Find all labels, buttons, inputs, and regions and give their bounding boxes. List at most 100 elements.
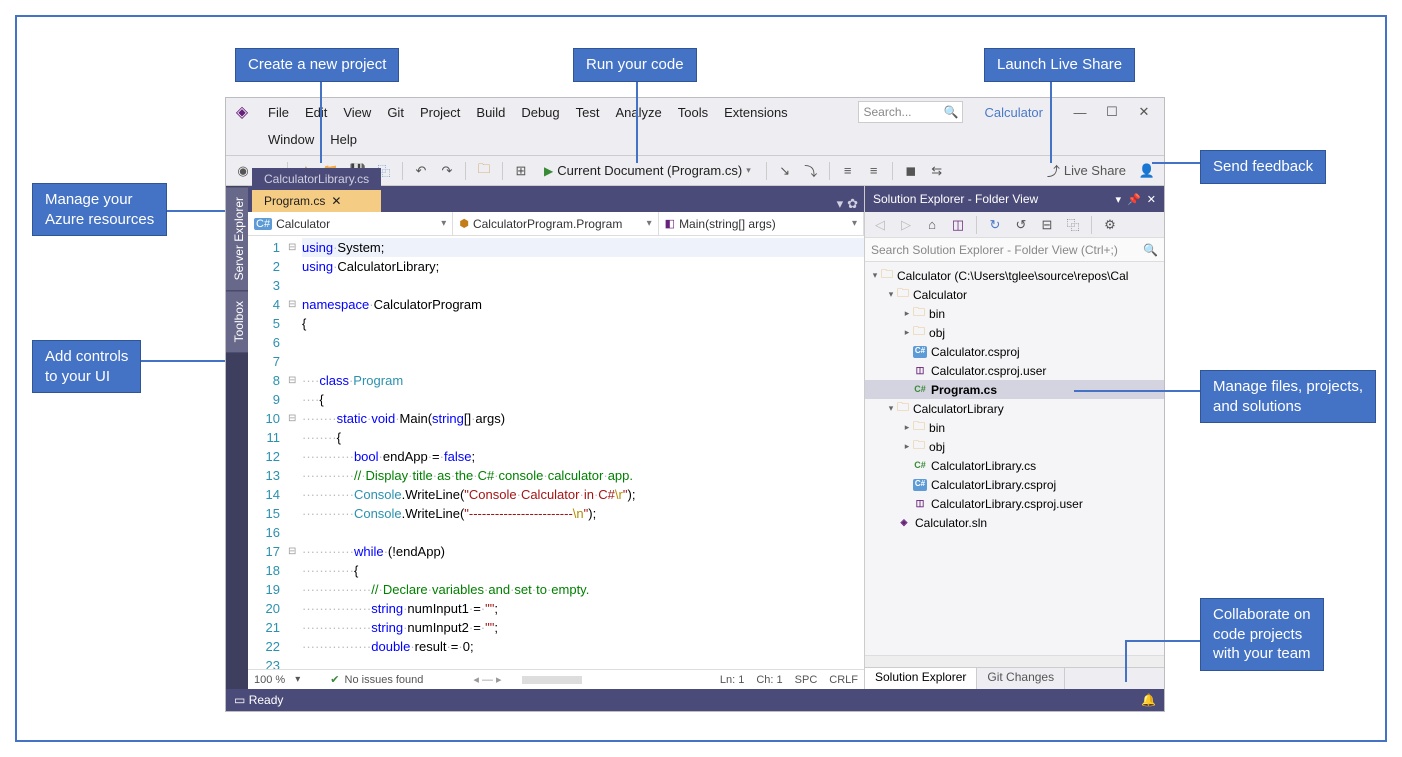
solution-search-input[interactable]: Search Solution Explorer - Folder View (…: [865, 238, 1164, 262]
tree-row[interactable]: ▸🗀bin: [865, 418, 1164, 437]
nav-dropdown-2[interactable]: ◧Main(string[] args): [659, 212, 864, 235]
menu-project[interactable]: Project: [412, 102, 468, 123]
redo-button[interactable]: ↷: [436, 160, 458, 182]
sol-home-icon[interactable]: ⌂: [921, 214, 943, 236]
tab-settings-icon[interactable]: ✿: [847, 196, 858, 212]
bookmark-button[interactable]: ◼: [900, 160, 922, 182]
step-into-button[interactable]: ↘: [774, 160, 796, 182]
tree-row[interactable]: ◫Calculator.csproj.user: [865, 361, 1164, 380]
close-button[interactable]: ✕: [1130, 102, 1158, 122]
menu-extensions[interactable]: Extensions: [716, 102, 796, 123]
maximize-button[interactable]: ☐: [1098, 102, 1126, 122]
sol-bottom-tab[interactable]: Solution Explorer: [865, 668, 977, 689]
tree-row[interactable]: C#CalculatorLibrary.cs: [865, 456, 1164, 475]
lineending-indicator[interactable]: CRLF: [829, 674, 858, 686]
menu-tools[interactable]: Tools: [670, 102, 716, 123]
tree-row[interactable]: C#Calculator.csproj: [865, 342, 1164, 361]
menu-debug[interactable]: Debug: [513, 102, 567, 123]
undo-button[interactable]: ↶: [410, 160, 432, 182]
step-over-button[interactable]: ⤵: [800, 160, 822, 182]
fold-column[interactable]: ⊟ ⊟ ⊟ ⊟ ⊟: [288, 236, 302, 669]
file-tab[interactable]: Program.cs ✕: [252, 190, 381, 212]
sol-properties-icon[interactable]: ⚙: [1099, 214, 1121, 236]
comment-button[interactable]: ≡: [863, 160, 885, 182]
status-icon: ▭: [234, 693, 245, 707]
sol-sync-icon[interactable]: ↺: [1010, 214, 1032, 236]
tab-dropdown-icon[interactable]: ▾: [837, 196, 844, 212]
nav-dropdowns: C#Calculator⬢CalculatorProgram.Program◧M…: [248, 212, 864, 236]
menu-build[interactable]: Build: [468, 102, 513, 123]
folder-button[interactable]: 🗀: [473, 160, 495, 182]
live-share-button[interactable]: ⤴ Live Share: [1041, 161, 1132, 180]
menu-help[interactable]: Help: [322, 129, 365, 150]
callout-toolbox: Add controls to your UI: [32, 340, 141, 393]
solution-h-scroll[interactable]: [865, 655, 1164, 667]
titlebar: ◈ FileEditViewGitProjectBuildDebugTestAn…: [226, 98, 1164, 156]
tree-row[interactable]: ▾🗀Calculator (C:\Users\tglee\source\repo…: [865, 266, 1164, 285]
sol-fwd-icon[interactable]: ▷: [895, 214, 917, 236]
callout-run-code: Run your code: [573, 48, 697, 82]
vtab-server-explorer[interactable]: Server Explorer: [226, 186, 248, 290]
menu-window[interactable]: Window: [260, 129, 322, 150]
menu-git[interactable]: Git: [379, 102, 412, 123]
callout-new-project: Create a new project: [235, 48, 399, 82]
tree-row[interactable]: ▸🗀obj: [865, 437, 1164, 456]
format-button[interactable]: ≡: [837, 160, 859, 182]
nav-dropdown-1[interactable]: ⬢CalculatorProgram.Program: [453, 212, 658, 235]
live-share-label: Live Share: [1064, 163, 1126, 178]
tree-row[interactable]: C#CalculatorLibrary.csproj: [865, 475, 1164, 494]
code-content[interactable]: using·System;using·CalculatorLibrary; na…: [302, 236, 864, 669]
indent-indicator[interactable]: SPC: [795, 674, 818, 686]
h-scrollbar[interactable]: [522, 676, 582, 684]
sol-switch-icon[interactable]: ◫: [947, 214, 969, 236]
solution-tree[interactable]: ▾🗀Calculator (C:\Users\tglee\source\repo…: [865, 262, 1164, 655]
col-indicator[interactable]: Ch: 1: [756, 674, 782, 686]
line-gutter: 1234567891011121314151617181920212223: [248, 236, 288, 669]
pin-icon[interactable]: 📌: [1127, 193, 1141, 206]
code-editor[interactable]: 1234567891011121314151617181920212223 ⊟ …: [248, 236, 864, 669]
close-panel-icon[interactable]: ✕: [1147, 193, 1156, 206]
config-button[interactable]: ⊞: [510, 160, 532, 182]
sol-showall-icon[interactable]: ⿻: [1062, 214, 1084, 236]
sol-collapse-icon[interactable]: ⊟: [1036, 214, 1058, 236]
tree-row[interactable]: ◈Calculator.sln: [865, 513, 1164, 532]
tree-row[interactable]: ▾🗀Calculator: [865, 285, 1164, 304]
tree-row[interactable]: ◫CalculatorLibrary.csproj.user: [865, 494, 1164, 513]
callout-azure: Manage your Azure resources: [32, 183, 167, 236]
status-ready: Ready: [249, 693, 284, 707]
dropdown-icon[interactable]: ▾: [1116, 193, 1122, 206]
menu-view[interactable]: View: [335, 102, 379, 123]
editor-status-bar: 100 % ▾ ✔ No issues found ◂ — ▸ Ln: 1 Ch…: [248, 669, 864, 689]
tree-row[interactable]: ▸🗀bin: [865, 304, 1164, 323]
menubar: ◈ FileEditViewGitProjectBuildDebugTestAn…: [226, 98, 1164, 126]
zoom-level[interactable]: 100 %: [254, 674, 285, 686]
close-tab-icon[interactable]: ✕: [331, 194, 341, 208]
tree-row[interactable]: ▸🗀obj: [865, 323, 1164, 342]
solution-toolbar: ◁ ▷ ⌂ ◫ ↻ ↺ ⊟ ⿻ ⚙: [865, 212, 1164, 238]
notification-icon[interactable]: 🔔: [1141, 693, 1156, 707]
tree-row[interactable]: ▾🗀CalculatorLibrary: [865, 399, 1164, 418]
menu-edit[interactable]: Edit: [297, 102, 335, 123]
nav-back-button[interactable]: ◉: [232, 160, 254, 182]
menu-analyze[interactable]: Analyze: [607, 102, 669, 123]
sol-back-icon[interactable]: ◁: [869, 214, 891, 236]
vtab-toolbox[interactable]: Toolbox: [226, 290, 248, 352]
file-tab[interactable]: CalculatorLibrary.cs: [252, 168, 381, 190]
run-button[interactable]: ▶ Current Document (Program.cs) ▾: [536, 160, 759, 182]
callout-files: Manage files, projects, and solutions: [1200, 370, 1376, 423]
minimize-button[interactable]: —: [1066, 102, 1094, 122]
sol-refresh-icon[interactable]: ↻: [984, 214, 1006, 236]
search-input[interactable]: Search... 🔍: [858, 101, 963, 123]
toggle-button[interactable]: ⇆: [926, 160, 948, 182]
menubar-row2: ◈ WindowHelp: [226, 126, 1164, 152]
line-indicator[interactable]: Ln: 1: [720, 674, 744, 686]
ide-window: ◈ FileEditViewGitProjectBuildDebugTestAn…: [225, 97, 1165, 712]
issues-label[interactable]: No issues found: [345, 674, 424, 686]
project-selector[interactable]: Calculator: [973, 102, 1054, 123]
nav-dropdown-0[interactable]: C#Calculator: [248, 212, 453, 235]
sol-bottom-tab[interactable]: Git Changes: [977, 668, 1065, 689]
menu-file[interactable]: File: [260, 102, 297, 123]
ide-status-bar: ▭ Ready 🔔: [226, 689, 1164, 711]
solution-bottom-tabs: Solution ExplorerGit Changes: [865, 667, 1164, 689]
menu-test[interactable]: Test: [568, 102, 608, 123]
